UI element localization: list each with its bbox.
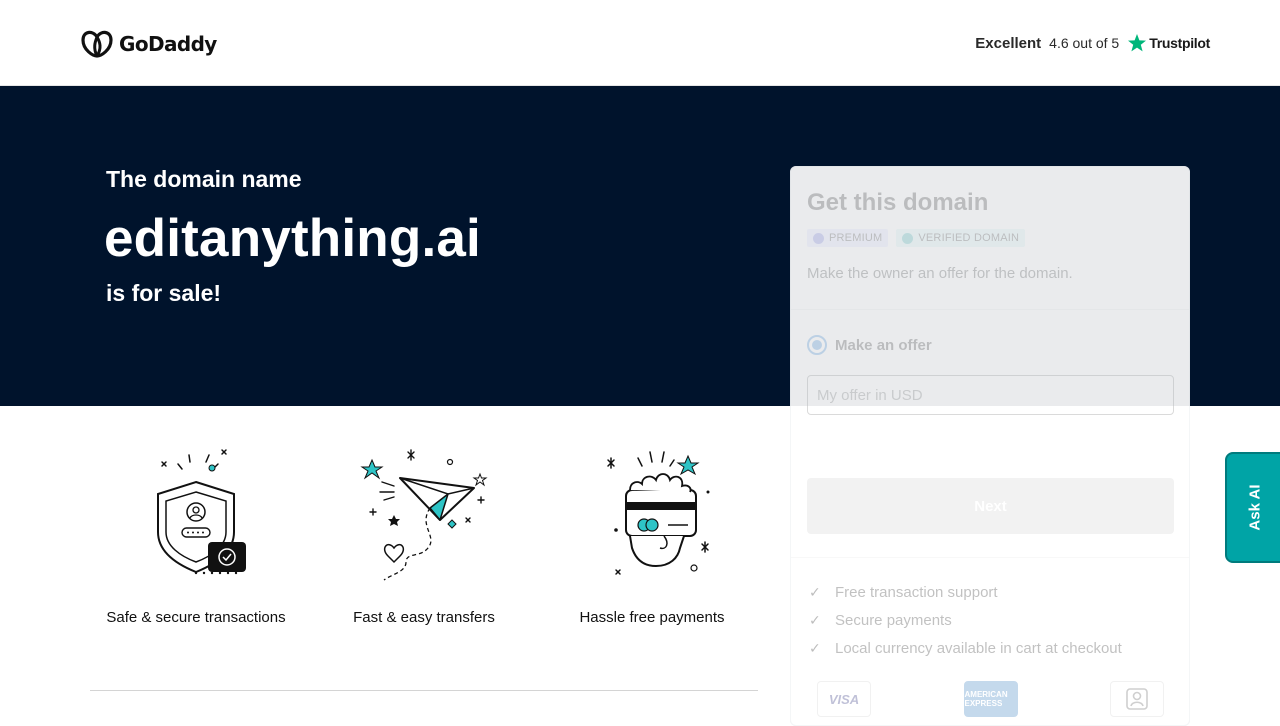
shield-icon bbox=[157, 449, 246, 575]
benefit-item: Local currency available in cart at chec… bbox=[807, 639, 1122, 667]
feature-transfers: Fast & easy transfers bbox=[314, 440, 534, 626]
rating-score: 4.6 out of 5 bbox=[1049, 35, 1120, 51]
card-divider bbox=[791, 557, 1189, 558]
get-domain-card: Get this domain PREMIUM VERIFIED DOMAIN … bbox=[790, 166, 1190, 726]
feature-payments: Hassle free payments bbox=[542, 440, 762, 626]
verified-icon bbox=[902, 233, 914, 244]
card-payment-icon bbox=[607, 451, 710, 575]
paper-plane-icon bbox=[360, 449, 488, 581]
logo-text: GoDaddy bbox=[119, 32, 217, 56]
make-offer-radio[interactable] bbox=[807, 335, 827, 355]
trustpilot-text: Trustpilot bbox=[1149, 35, 1210, 51]
verified-badge: VERIFIED DOMAIN bbox=[896, 229, 1026, 247]
premium-badge: PREMIUM bbox=[807, 229, 889, 247]
hero-intro: The domain name bbox=[106, 166, 302, 192]
ask-ai-label: Ask AI bbox=[1246, 484, 1264, 531]
feature-label: Safe & secure transactions bbox=[106, 609, 286, 626]
godaddy-logo-icon bbox=[81, 30, 113, 58]
domain-name: editanything.ai bbox=[104, 209, 481, 268]
features-section: Safe & secure transactions Fast & easy t… bbox=[90, 440, 758, 640]
paypal-logo bbox=[1110, 681, 1164, 717]
benefit-item: Secure payments bbox=[807, 611, 1122, 639]
benefit-item: Free transaction support bbox=[807, 583, 1122, 611]
domain-badges: PREMIUM VERIFIED DOMAIN bbox=[807, 229, 1026, 247]
payment-methods: VISA AMERICAN EXPRESS bbox=[817, 681, 1164, 717]
make-offer-label: Make an offer bbox=[835, 336, 932, 354]
feature-label: Fast & easy transfers bbox=[353, 609, 495, 626]
ask-ai-button[interactable]: Ask AI bbox=[1225, 452, 1280, 563]
visa-logo: VISA bbox=[817, 681, 871, 717]
card-title: Get this domain bbox=[807, 189, 989, 216]
make-offer-option[interactable]: Make an offer bbox=[807, 335, 932, 355]
godaddy-logo[interactable]: GoDaddy bbox=[81, 29, 217, 59]
trustpilot-rating[interactable]: Excellent 4.6 out of 5 Trustpilot bbox=[975, 30, 1210, 56]
trustpilot-star-icon bbox=[1128, 34, 1147, 52]
section-divider bbox=[90, 690, 758, 691]
next-button[interactable]: Next bbox=[807, 478, 1174, 534]
hero-for-sale: is for sale! bbox=[106, 280, 222, 306]
amex-logo: AMERICAN EXPRESS bbox=[963, 681, 1018, 717]
feature-label: Hassle free payments bbox=[579, 609, 725, 626]
offer-amount-input[interactable] bbox=[807, 375, 1174, 415]
premium-badge-label: PREMIUM bbox=[829, 232, 883, 244]
card-description: Make the owner an offer for the domain. bbox=[807, 265, 1073, 282]
trustpilot-logo: Trustpilot bbox=[1127, 33, 1210, 53]
verified-badge-label: VERIFIED DOMAIN bbox=[918, 232, 1020, 244]
benefits-list: Free transaction support Secure payments… bbox=[807, 583, 1122, 667]
premium-icon bbox=[813, 233, 824, 244]
rating-label: Excellent bbox=[975, 34, 1042, 52]
paypal-icon bbox=[1126, 688, 1148, 710]
card-divider bbox=[791, 309, 1189, 310]
feature-secure: Safe & secure transactions bbox=[86, 440, 306, 626]
site-header: GoDaddy Excellent 4.6 out of 5 Trustpilo… bbox=[0, 0, 1280, 86]
